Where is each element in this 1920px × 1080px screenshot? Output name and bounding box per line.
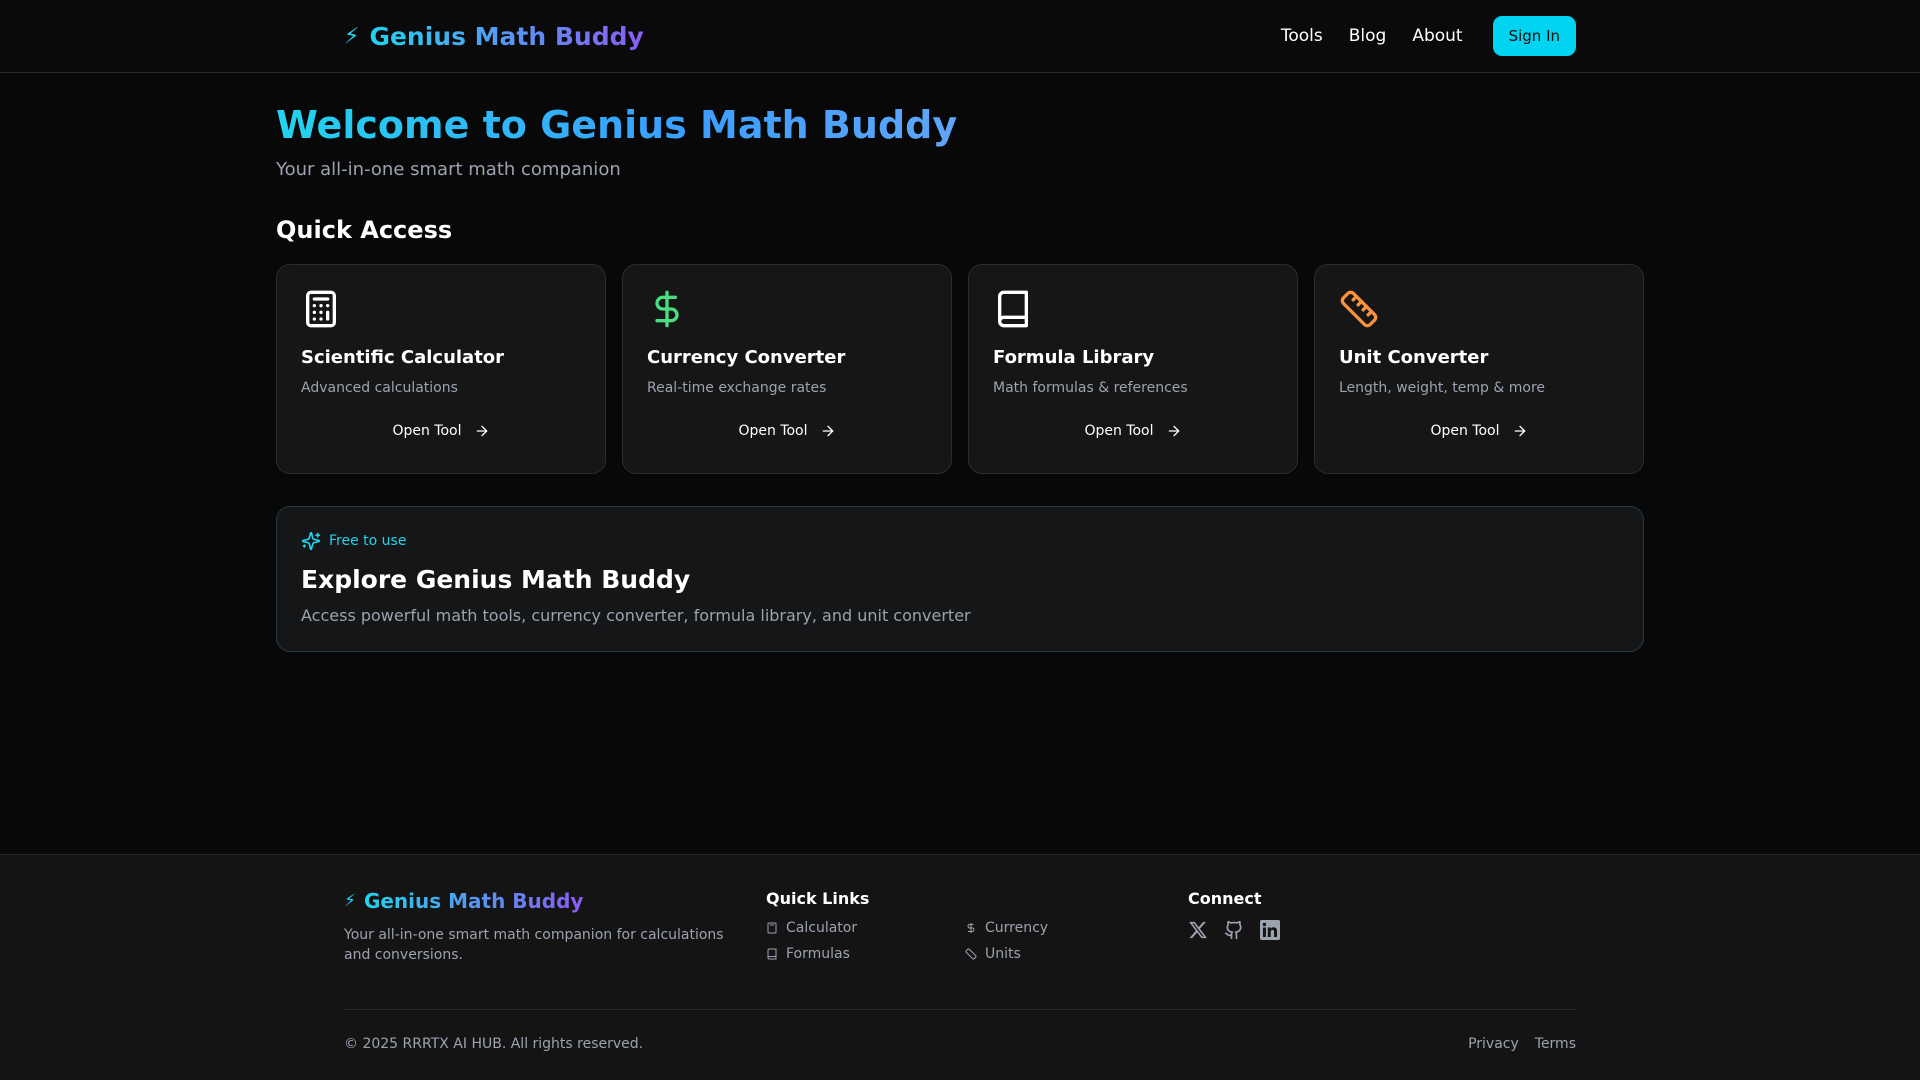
footer-link-label: Currency [985,920,1049,936]
page-subtitle: Your all-in-one smart math companion [276,158,621,180]
x-icon[interactable] [1188,920,1208,940]
footer-link-label: Calculator [786,920,858,936]
quick-links-title: Quick Links [766,889,870,908]
open-tool-button[interactable]: Open Tool [301,419,581,443]
card-title: Formula Library [993,346,1155,368]
footer-link-currency[interactable]: Currency [965,920,1164,936]
dollar-icon [967,923,975,933]
open-tool-button[interactable]: Open Tool [993,419,1273,443]
lightning-icon: ⚡ [344,891,356,911]
open-tool-button[interactable]: Open Tool [1339,419,1619,443]
ruler-icon [965,948,977,960]
calculator-icon [767,922,777,934]
social-links [1188,920,1280,940]
footer-link-units[interactable]: Units [965,946,1164,962]
card-title: Unit Converter [1339,346,1489,368]
explore-title: Explore Genius Math Buddy [301,564,691,594]
main-nav: Tools Blog About Sign In [1281,16,1576,56]
connect-title: Connect [1188,889,1262,908]
card-scientific-calculator[interactable]: Scientific Calculator Advanced calculati… [276,263,606,474]
card-title: Currency Converter [647,346,846,368]
book-icon [767,948,777,960]
calculator-icon [306,290,336,327]
footer-brand-name: Genius Math Buddy [363,889,584,913]
open-tool-label: Open Tool [738,422,808,439]
privacy-link[interactable]: Privacy [1468,1036,1519,1052]
arrow-right-icon [476,425,487,436]
open-tool-label: Open Tool [392,422,462,439]
footer-description: Your all-in-one smart math companion for… [344,927,724,963]
ruler-icon [1340,290,1378,327]
card-description: Math formulas & references [993,379,1188,396]
footer-brand-column: ⚡ Genius Math Buddy Your all-in-one smar… [344,889,766,1009]
card-description: Real-time exchange rates [647,379,827,396]
site-footer: ⚡ Genius Math Buddy Your all-in-one smar… [0,854,1920,1080]
lightning-icon: ⚡ [344,23,360,49]
quick-links-list: Calculator Currency Formulas Units [766,920,1188,962]
arrow-right-icon [1514,425,1525,436]
explore-banner: Free to use Explore Genius Math Buddy Ac… [276,505,1644,652]
quick-access-title: Quick Access [276,215,453,244]
footer-inner: ⚡ Genius Math Buddy Your all-in-one smar… [344,855,1576,1078]
tool-cards: Scientific Calculator Advanced calculati… [276,263,1644,474]
footer-columns: ⚡ Genius Math Buddy Your all-in-one smar… [344,889,1576,1009]
page-title: Welcome to Genius Math Buddy [276,103,958,147]
copyright-text: © 2025 RRRTX AI HUB. All rights reserved… [344,1036,644,1052]
card-description: Length, weight, temp & more [1339,379,1546,396]
footer-link-label: Formulas [786,946,850,962]
header-inner: ⚡ Genius Math Buddy Tools Blog About Sig… [344,0,1576,72]
book-icon [998,290,1028,327]
card-description: Advanced calculations [301,379,458,396]
top-header: ⚡ Genius Math Buddy Tools Blog About Sig… [0,0,1920,73]
dollar-icon [655,290,679,327]
sparkles-icon [301,531,321,550]
footer-quick-links: Quick Links Calculator Currency Formulas [766,889,1188,1009]
footer-connect: Connect [1188,889,1280,1009]
sign-in-button[interactable]: Sign In [1492,16,1576,56]
brand-name: Genius Math Buddy [369,21,644,51]
brand-logo[interactable]: ⚡ Genius Math Buddy [344,22,644,51]
nav-tools[interactable]: Tools [1281,26,1323,46]
open-tool-label: Open Tool [1084,422,1154,439]
legal-links: Privacy Terms [1468,1036,1576,1052]
linkedin-icon[interactable] [1260,920,1280,940]
nav-about[interactable]: About [1412,26,1462,46]
nav-blog[interactable]: Blog [1349,26,1387,46]
arrow-right-icon [1168,425,1179,436]
footer-link-formulas[interactable]: Formulas [766,946,965,962]
footer-brand-logo[interactable]: ⚡ Genius Math Buddy [344,889,766,913]
github-icon[interactable] [1224,920,1244,940]
open-tool-label: Open Tool [1430,422,1500,439]
card-currency-converter[interactable]: Currency Converter Real-time exchange ra… [622,263,952,474]
explore-description: Access powerful math tools, currency con… [301,605,971,625]
open-tool-button[interactable]: Open Tool [647,419,927,443]
footer-link-calculator[interactable]: Calculator [766,920,965,936]
arrow-right-icon [822,425,833,436]
main-content: Welcome to Genius Math Buddy Your all-in… [276,73,1644,652]
free-badge: Free to use [301,531,1619,551]
card-title: Scientific Calculator [301,346,505,368]
footer-bottom: © 2025 RRRTX AI HUB. All rights reserved… [344,1010,1576,1078]
footer-link-label: Units [985,946,1021,962]
card-formula-library[interactable]: Formula Library Math formulas & referenc… [968,263,1298,474]
free-badge-label: Free to use [329,532,407,549]
terms-link[interactable]: Terms [1535,1036,1576,1052]
card-unit-converter[interactable]: Unit Converter Length, weight, temp & mo… [1314,263,1644,474]
